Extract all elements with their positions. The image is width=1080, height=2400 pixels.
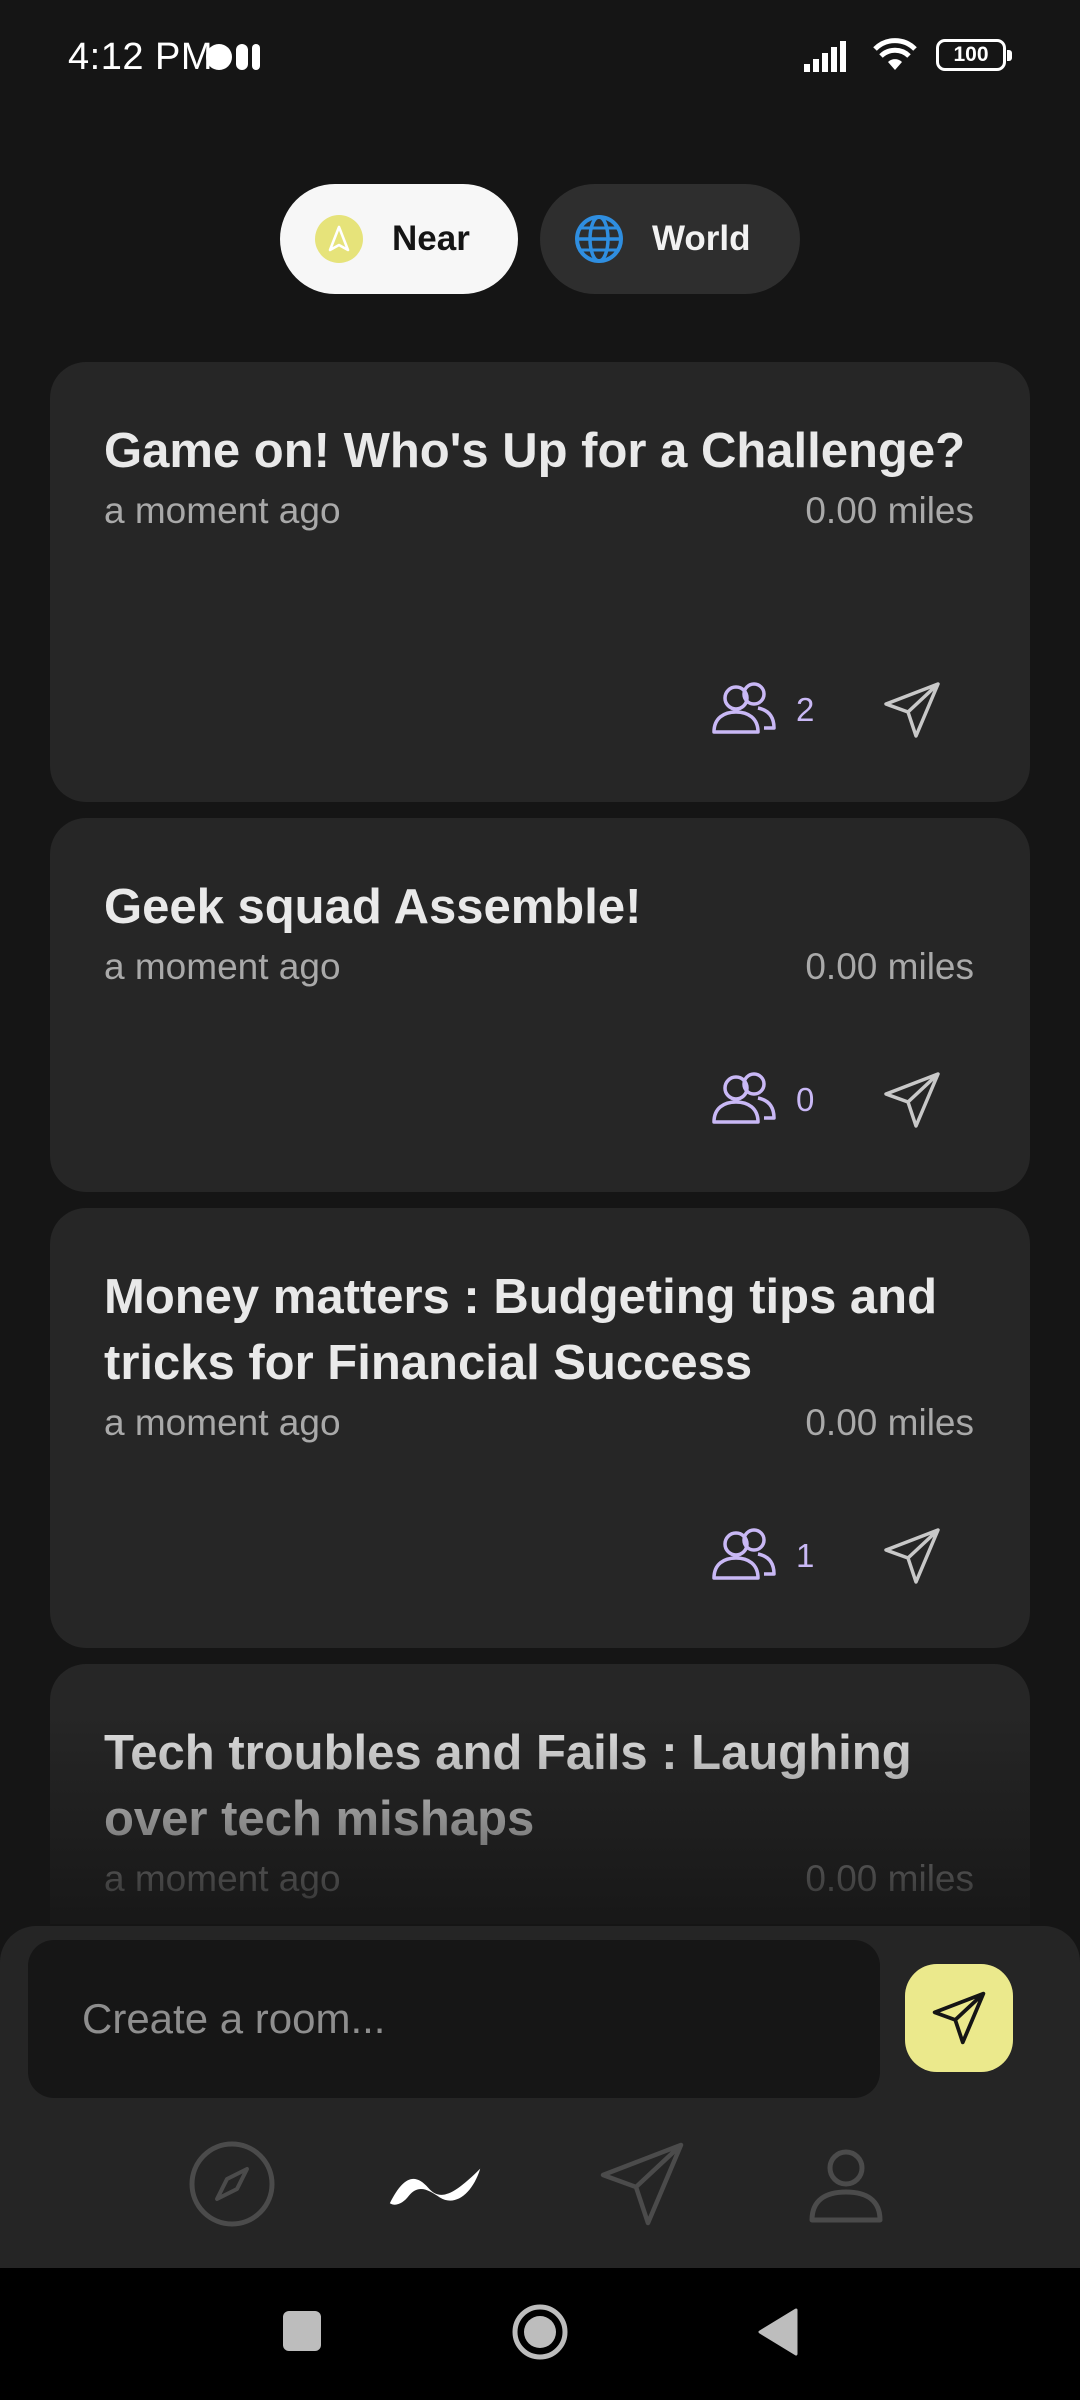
send-icon[interactable] [880, 1068, 944, 1132]
room-meta: a moment ago 0.00 miles [104, 490, 974, 532]
system-navigation-bar [0, 2268, 1080, 2400]
scope-toggle: Near World [0, 184, 1080, 294]
nav-messages[interactable] [592, 2134, 692, 2234]
room-meta: a moment ago 0.00 miles [104, 1858, 974, 1900]
status-bar: 4:12 PM 100 [0, 0, 1080, 120]
room-title: Geek squad Assemble! [104, 880, 642, 934]
room-title: Money matters : Budgeting tips and trick… [104, 1270, 938, 1390]
wave-icon [389, 2168, 481, 2205]
members-icon [712, 682, 776, 734]
room-actions: 2 [708, 674, 944, 746]
create-room-input[interactable] [28, 1940, 880, 2098]
room-time: a moment ago [104, 490, 341, 531]
room-distance: 0.00 miles [805, 1402, 974, 1443]
send-icon [932, 1991, 986, 2045]
room-distance: 0.00 miles [805, 946, 974, 987]
room-meta: a moment ago 0.00 miles [104, 1402, 974, 1444]
user-icon [809, 2149, 883, 2223]
room-time: a moment ago [104, 1858, 341, 1899]
bottom-nav [0, 2130, 1080, 2244]
send-icon [600, 2142, 684, 2226]
near-tab[interactable]: Near [280, 184, 518, 294]
back-button[interactable] [756, 2306, 798, 2358]
room-card[interactable]: Game on! Who's Up for a Challenge? a mom… [50, 362, 1030, 802]
create-room-button[interactable] [905, 1964, 1013, 2072]
recents-button[interactable] [282, 2306, 322, 2356]
near-tab-label: Near [392, 219, 470, 258]
room-actions: 0 [708, 1064, 944, 1136]
room-title: Game on! Who's Up for a Challenge? [104, 424, 966, 478]
notification-icons [206, 44, 260, 70]
status-time: 4:12 PM [68, 36, 214, 78]
send-icon[interactable] [880, 678, 944, 742]
globe-icon [574, 214, 624, 264]
world-tab[interactable]: World [540, 184, 800, 294]
room-time: a moment ago [104, 946, 341, 987]
world-tab-label: World [652, 219, 751, 258]
nav-profile[interactable] [796, 2134, 896, 2234]
navigation-arrow-icon [314, 214, 364, 264]
room-actions: 1 [708, 1520, 944, 1592]
members-count: 1 [796, 1537, 815, 1574]
room-title: Tech troubles and Fails : Laughing over … [104, 1726, 912, 1846]
signal-icon [804, 41, 846, 72]
members-count: 0 [796, 1081, 815, 1118]
members-count: 2 [796, 691, 815, 728]
home-button[interactable] [510, 2302, 570, 2362]
room-meta: a moment ago 0.00 miles [104, 946, 974, 988]
nav-explore[interactable] [182, 2134, 282, 2234]
room-distance: 0.00 miles [805, 490, 974, 531]
wifi-icon [873, 38, 917, 70]
members-icon [712, 1072, 776, 1124]
room-time: a moment ago [104, 1402, 341, 1443]
nav-feed[interactable] [386, 2134, 486, 2234]
room-distance: 0.00 miles [805, 1858, 974, 1899]
room-card[interactable]: Money matters : Budgeting tips and trick… [50, 1208, 1030, 1648]
room-card[interactable]: Geek squad Assemble! a moment ago 0.00 m… [50, 818, 1030, 1192]
send-icon[interactable] [880, 1524, 944, 1588]
status-indicators: 100 [804, 38, 1012, 72]
battery-indicator: 100 [936, 39, 1012, 71]
compass-icon [189, 2141, 275, 2227]
room-feed[interactable]: Game on! Who's Up for a Challenge? a mom… [50, 362, 1030, 1924]
members-icon [712, 1528, 776, 1580]
room-card[interactable]: Tech troubles and Fails : Laughing over … [50, 1664, 1030, 1924]
